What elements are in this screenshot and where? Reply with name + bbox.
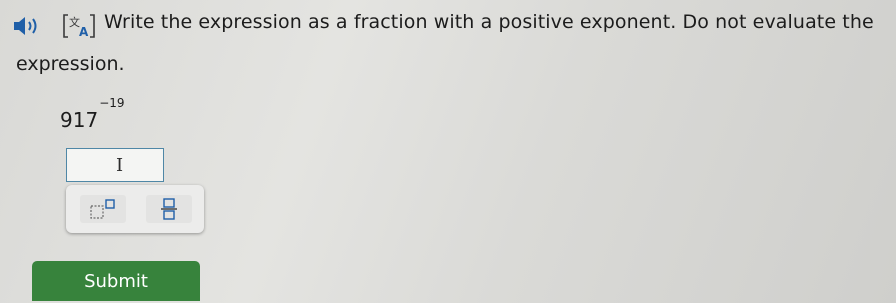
exponent-template-icon <box>90 199 115 219</box>
submit-button[interactable]: Submit <box>32 261 200 301</box>
exponent-template-button[interactable] <box>80 195 126 223</box>
expression-exponent: −19 <box>99 96 125 110</box>
expression-base: 917 −19 <box>60 96 125 132</box>
math-toolbar <box>66 185 204 233</box>
question-text-continued: expression. <box>16 53 125 75</box>
answer-input[interactable]: I <box>66 148 164 182</box>
translate-icon[interactable]: 文 A <box>62 11 96 41</box>
speaker-icon[interactable] <box>12 13 42 39</box>
fraction-template-button[interactable] <box>146 195 192 223</box>
math-expression: 917 −19 <box>60 96 125 132</box>
fraction-template-icon <box>161 198 177 220</box>
question-text: Write the expression as a fraction with … <box>104 11 874 33</box>
svg-text:A: A <box>79 25 89 39</box>
text-cursor-icon: I <box>116 155 124 176</box>
